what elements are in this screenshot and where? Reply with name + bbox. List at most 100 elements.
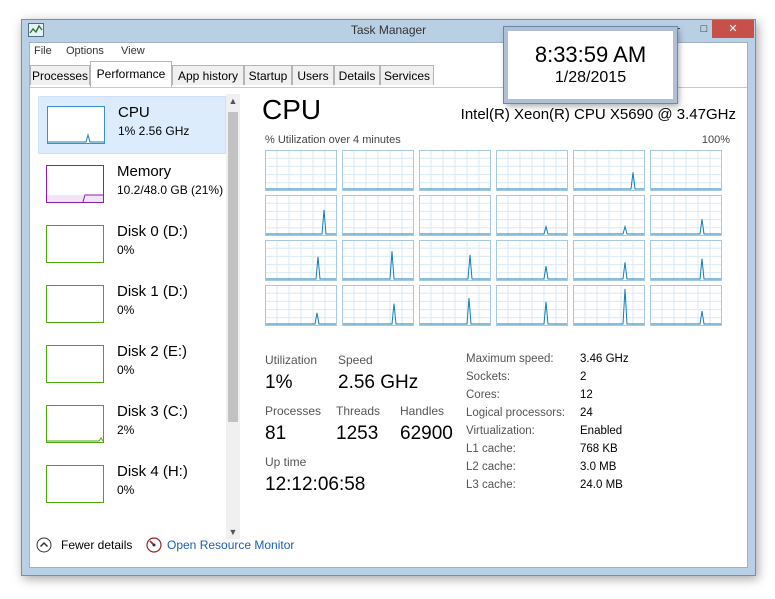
logical-processor-graph bbox=[265, 240, 337, 281]
clock-time: 8:33:59 AM bbox=[534, 42, 647, 67]
scrollbar-thumb[interactable] bbox=[228, 112, 238, 422]
processes-value: 81 bbox=[265, 423, 287, 444]
cpu-model-name: Intel(R) Xeon(R) CPU X5690 @ 3.47GHz bbox=[460, 106, 736, 123]
menu-view[interactable]: View bbox=[121, 45, 145, 57]
logical-processor-graph bbox=[496, 150, 568, 191]
uptime-label: Up time bbox=[265, 455, 307, 469]
cpu-detail-panel: CPU Intel(R) Xeon(R) CPU X5690 @ 3.47GHz… bbox=[258, 94, 736, 534]
spec-label: L3 cache: bbox=[466, 479, 516, 491]
desktop-clock-widget: 8:33:59 AM 1/28/2015 bbox=[504, 27, 677, 103]
spec-value: 24.0 MB bbox=[580, 479, 623, 491]
sidebar-item-label: CPU bbox=[118, 104, 150, 121]
threads-label: Threads bbox=[336, 404, 381, 418]
spec-value: 3.46 GHz bbox=[580, 353, 629, 365]
spec-label: Logical processors: bbox=[466, 407, 566, 419]
logical-processor-graph bbox=[342, 285, 414, 326]
uptime-value: 12:12:06:58 bbox=[265, 474, 366, 495]
speed-value: 2.56 GHz bbox=[338, 372, 419, 393]
scroll-up-icon[interactable]: ▲ bbox=[226, 96, 240, 106]
logical-processor-graph bbox=[265, 285, 337, 326]
disk-thumbnail-graph bbox=[46, 405, 104, 443]
sidebar-item-label: Disk 2 (E:) bbox=[117, 343, 188, 360]
disk-thumbnail-graph bbox=[46, 465, 104, 503]
footer-bar: Fewer details Open Resource Monitor bbox=[30, 522, 747, 567]
resource-monitor-icon[interactable] bbox=[146, 537, 162, 553]
disk-thumbnail-graph bbox=[46, 345, 104, 383]
resource-sidebar: CPU 1% 2.56 GHz Memory 10.2/48.0 GB (21%… bbox=[30, 94, 242, 539]
tab-services[interactable]: Services bbox=[380, 65, 434, 85]
tab-app-history[interactable]: App history bbox=[172, 65, 244, 85]
spec-label: Maximum speed: bbox=[466, 353, 554, 365]
logical-processor-graph bbox=[419, 285, 491, 326]
spec-label: Sockets: bbox=[466, 371, 511, 383]
memory-thumbnail-graph bbox=[46, 165, 104, 203]
sidebar-item-value: 0% bbox=[117, 303, 135, 317]
logical-processor-graph bbox=[342, 195, 414, 236]
spec-value: 2 bbox=[580, 371, 587, 383]
close-icon[interactable]: ✕ bbox=[712, 20, 754, 38]
open-resource-monitor-link[interactable]: Open Resource Monitor bbox=[167, 538, 294, 552]
sidebar-item-disk-4[interactable]: Disk 4 (H:) 0% bbox=[38, 456, 226, 514]
speed-label: Speed bbox=[338, 353, 373, 367]
sidebar-item-label: Disk 3 (C:) bbox=[117, 403, 188, 420]
sidebar-item-value: 2% bbox=[117, 423, 135, 437]
sidebar-item-disk-2[interactable]: Disk 2 (E:) 0% bbox=[38, 336, 226, 394]
logical-processor-graph bbox=[573, 285, 645, 326]
tab-users[interactable]: Users bbox=[292, 65, 334, 85]
sidebar-item-label: Disk 1 (D:) bbox=[117, 283, 188, 300]
sidebar-item-disk-1[interactable]: Disk 1 (D:) 0% bbox=[38, 276, 226, 334]
spec-value: Enabled bbox=[580, 425, 623, 437]
logical-processor-graph bbox=[342, 240, 414, 281]
spec-value: 24 bbox=[580, 407, 593, 419]
sidebar-item-memory[interactable]: Memory 10.2/48.0 GB (21%) bbox=[38, 156, 226, 214]
utilization-value: 1% bbox=[265, 372, 293, 393]
fewer-details-button[interactable]: Fewer details bbox=[61, 538, 132, 552]
menu-file[interactable]: File bbox=[34, 45, 52, 57]
client-area: File Options View Processes Performance … bbox=[29, 42, 748, 568]
logical-processor-graph bbox=[419, 150, 491, 191]
logical-processor-graph bbox=[265, 195, 337, 236]
logical-processor-graph bbox=[342, 150, 414, 191]
spec-value: 12 bbox=[580, 389, 593, 401]
threads-value: 1253 bbox=[336, 423, 379, 444]
logical-processor-graph bbox=[496, 195, 568, 236]
spec-label: Cores: bbox=[466, 389, 500, 401]
logical-processor-graph bbox=[650, 150, 722, 191]
tab-startup[interactable]: Startup bbox=[244, 65, 292, 85]
spec-value: 3.0 MB bbox=[580, 461, 617, 473]
spec-label: L1 cache: bbox=[466, 443, 516, 455]
tab-processes[interactable]: Processes bbox=[30, 65, 90, 85]
sidebar-item-disk-3[interactable]: Disk 3 (C:) 2% bbox=[38, 396, 226, 454]
page-title: CPU bbox=[262, 94, 322, 125]
menu-options[interactable]: Options bbox=[66, 45, 104, 57]
logical-processor-graph bbox=[419, 195, 491, 236]
logical-processor-graph bbox=[650, 240, 722, 281]
utilization-label: Utilization bbox=[265, 353, 318, 367]
disk-thumbnail-graph bbox=[46, 285, 104, 323]
chevron-up-icon[interactable] bbox=[36, 537, 52, 553]
logical-processor-graph bbox=[496, 240, 568, 281]
sidebar-item-label: Memory bbox=[117, 163, 172, 180]
tab-details[interactable]: Details bbox=[334, 65, 380, 85]
sidebar-item-value: 0% bbox=[117, 243, 135, 257]
graph-max-label: 100% bbox=[701, 134, 730, 146]
logical-processor-graph bbox=[496, 285, 568, 326]
disk-thumbnail-graph bbox=[46, 225, 104, 263]
logical-processor-graph bbox=[419, 240, 491, 281]
sidebar-scrollbar[interactable]: ▲ ▼ bbox=[226, 94, 240, 539]
logical-processor-graph bbox=[573, 195, 645, 236]
sidebar-item-disk-0[interactable]: Disk 0 (D:) 0% bbox=[38, 216, 226, 274]
tab-performance[interactable]: Performance bbox=[90, 61, 172, 87]
sidebar-item-value: 10.2/48.0 GB (21%) bbox=[117, 183, 224, 197]
sidebar-item-label: Disk 4 (H:) bbox=[117, 463, 188, 480]
clock-date: 1/28/2015 bbox=[554, 69, 627, 86]
sidebar-item-cpu[interactable]: CPU 1% 2.56 GHz bbox=[38, 96, 226, 154]
logical-processor-graph bbox=[573, 240, 645, 281]
spec-value: 768 KB bbox=[580, 443, 618, 455]
logical-processor-graph bbox=[650, 285, 722, 326]
processes-label: Processes bbox=[265, 404, 322, 418]
logical-processor-graph bbox=[573, 150, 645, 191]
graph-caption: % Utilization over 4 minutes bbox=[265, 134, 401, 146]
logical-processor-graph bbox=[265, 150, 337, 191]
handles-label: Handles bbox=[400, 404, 445, 418]
